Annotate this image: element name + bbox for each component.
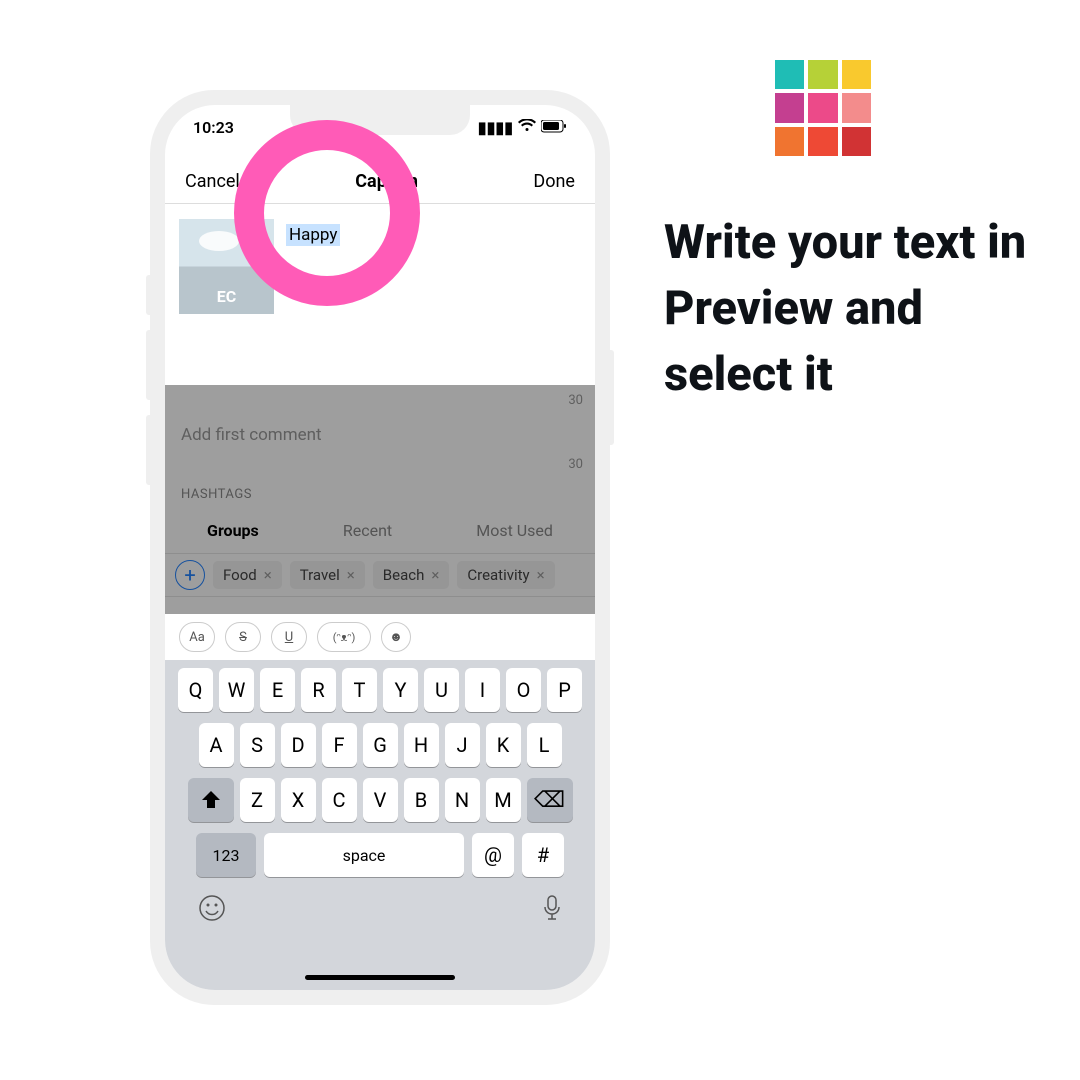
mic-icon[interactable] — [542, 894, 562, 928]
tab-most-used[interactable]: Most Used — [476, 521, 553, 540]
key-s[interactable]: S — [240, 723, 275, 767]
hashtag-tabs: Groups Recent Most Used — [165, 513, 595, 548]
home-indicator[interactable] — [305, 975, 455, 980]
underline-button[interactable]: U — [271, 622, 307, 652]
key-t[interactable]: T — [342, 668, 377, 712]
tab-recent[interactable]: Recent — [343, 521, 392, 540]
char-count: 30 — [568, 393, 583, 408]
highlight-circle-icon — [234, 120, 420, 306]
key-q[interactable]: Q — [178, 668, 213, 712]
key-z[interactable]: Z — [240, 778, 275, 822]
status-time: 10:23 — [193, 118, 234, 137]
hashtag-chip[interactable]: Travel× — [290, 561, 365, 589]
key-f[interactable]: F — [322, 723, 357, 767]
key-v[interactable]: V — [363, 778, 398, 822]
key-o[interactable]: O — [506, 668, 541, 712]
key-a[interactable]: A — [199, 723, 234, 767]
add-hashtag-button[interactable]: + — [175, 560, 205, 590]
key-i[interactable]: I — [465, 668, 500, 712]
hashtag-chip[interactable]: Creativity× — [457, 561, 554, 589]
key-k[interactable]: K — [486, 723, 521, 767]
key-j[interactable]: J — [445, 723, 480, 767]
hashtags-section-label: HASHTAGS — [181, 487, 252, 502]
keyboard: QWERTYUIOP ASDFGHJKL ZXCVBNM ⌫ 123 space… — [165, 660, 595, 990]
key-u[interactable]: U — [424, 668, 459, 712]
signal-icon: ▮▮▮▮ — [478, 118, 513, 137]
font-button[interactable]: Aa — [179, 622, 215, 652]
cancel-button[interactable]: Cancel — [185, 171, 240, 192]
delete-key[interactable]: ⌫ — [527, 778, 573, 822]
close-icon[interactable]: × — [431, 566, 439, 584]
key-e[interactable]: E — [260, 668, 295, 712]
done-button[interactable]: Done — [533, 171, 575, 192]
close-icon[interactable]: × — [264, 566, 272, 584]
key-c[interactable]: C — [322, 778, 357, 822]
emoji-format-button[interactable]: ☻ — [381, 622, 411, 652]
key-d[interactable]: D — [281, 723, 316, 767]
key-r[interactable]: R — [301, 668, 336, 712]
kaomoji-button[interactable]: (ᵔᴥᵔ) — [317, 622, 371, 652]
hashtag-chip-row: + Food× Travel× Beach× Creativity× — [165, 553, 595, 597]
space-key[interactable]: space — [264, 833, 464, 877]
close-icon[interactable]: × — [537, 566, 545, 584]
key-l[interactable]: L — [527, 723, 562, 767]
close-icon[interactable]: × — [347, 566, 355, 584]
key-m[interactable]: M — [486, 778, 521, 822]
numbers-key[interactable]: 123 — [196, 833, 256, 877]
tab-groups[interactable]: Groups — [207, 521, 259, 540]
key-n[interactable]: N — [445, 778, 480, 822]
strikethrough-button[interactable]: S — [225, 622, 261, 652]
hash-key[interactable]: # — [522, 833, 564, 877]
hashtag-chip[interactable]: Food× — [213, 561, 282, 589]
wifi-icon — [518, 118, 536, 137]
app-logo — [775, 60, 871, 156]
shift-key[interactable] — [188, 778, 234, 822]
key-w[interactable]: W — [219, 668, 254, 712]
char-count-2: 30 — [568, 457, 583, 472]
key-p[interactable]: P — [547, 668, 582, 712]
emoji-keyboard-icon[interactable] — [198, 894, 226, 928]
at-key[interactable]: @ — [472, 833, 514, 877]
key-h[interactable]: H — [404, 723, 439, 767]
dimmed-panel: 30 Add first comment 30 HASHTAGS Groups … — [165, 385, 595, 620]
key-y[interactable]: Y — [383, 668, 418, 712]
key-g[interactable]: G — [363, 723, 398, 767]
key-b[interactable]: B — [404, 778, 439, 822]
key-x[interactable]: X — [281, 778, 316, 822]
hashtag-chip[interactable]: Beach× — [373, 561, 450, 589]
instruction-headline: Write your text in Preview and select it — [664, 210, 1044, 407]
format-toolbar: Aa S U (ᵔᴥᵔ) ☻ — [165, 614, 595, 660]
battery-icon — [541, 118, 567, 137]
first-comment-input[interactable]: Add first comment — [181, 425, 322, 445]
